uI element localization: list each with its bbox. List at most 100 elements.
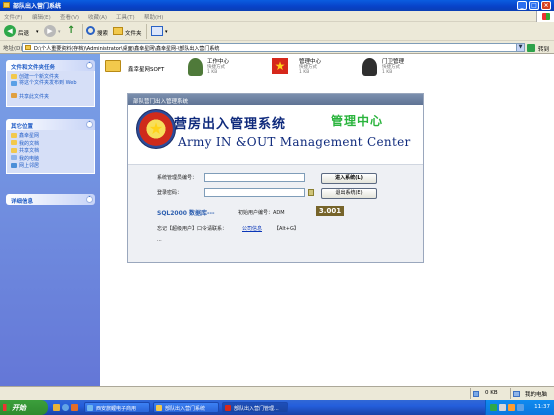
address-value: D:\个人重要资料(存档)\Administrator\桌面\鑫幸星网\鑫幸星网… [34,46,220,52]
login-dialog: 部队营门出入管理系统 ★ 营房出入管理系统 管理中心 Army IN &OUT … [127,93,424,263]
place-network[interactable]: 网上邻居 [10,162,91,170]
close-button[interactable]: × [541,1,551,10]
menu-edit[interactable]: 编辑(E) [32,13,51,21]
place-xinxingxing[interactable]: 鑫幸星网 [10,132,91,140]
tray-icon[interactable] [490,404,497,411]
file-tasks-panel: 文件和文件夹任务 ˄ 创建一个新文件夹 将这个文件夹发布到 Web 共享此文件夹 [6,60,95,107]
company-info-link[interactable]: 公司信息 [242,225,262,232]
task-share-folder[interactable]: 共享此文件夹 [10,93,91,101]
address-label: 地址(D) [3,46,23,52]
file-meta: 快捷方式 1 KB [382,65,400,75]
details-header[interactable]: 详细信息 ˅ [6,194,95,205]
password-input[interactable] [204,188,305,197]
search-button-label[interactable]: 搜索 [97,29,108,37]
views-dropdown-icon[interactable]: ▾ [165,29,168,35]
menu-tools[interactable]: 工具(T) [116,13,135,21]
menu-file[interactable]: 文件(F) [4,13,22,21]
quicklaunch-folder-icon[interactable] [53,404,60,411]
address-input[interactable]: D:\个人重要资料(存档)\Administrator\桌面\鑫幸星网\鑫幸星网… [22,43,525,52]
menu-view[interactable]: 查看(V) [60,13,79,21]
operator-input[interactable] [204,173,305,182]
quicklaunch-browser-icon[interactable] [62,404,69,411]
task-publish-web[interactable]: 将这个文件夹发布到 Web [10,80,91,93]
back-button-label[interactable]: 后退 [18,29,29,37]
forgot-password-text: 忘记【超级用户】口令请联系： [157,226,228,232]
army-star-icon[interactable]: ★ [272,58,288,74]
toolbar-separator [146,24,147,39]
database-info: SQL2000 数据库--- [157,210,215,217]
back-dropdown-icon[interactable]: ▾ [36,29,39,35]
collapse-icon[interactable]: ˄ [86,62,93,69]
details-title: 详细信息 [11,199,34,205]
status-main [0,388,470,399]
search-icon[interactable] [86,26,95,35]
minimize-button[interactable]: _ [517,1,527,10]
taskbar: 开始 西安旅鲤电子商用 部队出入营门系统 部队出入营门管理... 11:37 [0,400,554,415]
toolbar-separator [82,24,83,39]
folders-icon[interactable] [113,27,123,35]
file-meta: 快捷方式 1 KB [299,65,317,75]
version-badge: 3.001 [316,206,344,216]
taskbar-item[interactable]: 西安旅鲤电子商用 [84,402,150,413]
guard-icon[interactable] [362,58,377,76]
taskbar-item-active[interactable]: 部队出入营门管理... [222,402,288,413]
menu-favorites[interactable]: 收藏(A) [88,13,107,21]
menu-bar: 文件(F) 编辑(E) 查看(V) 收藏(A) 工具(T) 帮助(H) [0,11,554,22]
dialog-banner: ★ 营房出入管理系统 管理中心 Army IN &OUT Management … [128,105,423,165]
folders-button-label[interactable]: 文件夹 [125,29,142,37]
collapse-icon[interactable]: ˄ [86,121,93,128]
menu-help[interactable]: 帮助(H) [144,13,163,21]
clock[interactable]: 11:37 [534,404,550,410]
banner-english-title: Army IN &OUT Management Center [178,135,411,149]
password-label: 登录密码： [157,190,183,196]
back-arrow-icon[interactable]: ◀ [4,25,16,37]
file-name[interactable]: 鑫幸星网SOFT [128,65,164,73]
go-label: 转到 [538,47,550,53]
dialog-title[interactable]: 部队营门出入管理系统 [128,94,423,105]
views-icon[interactable] [151,26,163,36]
soldier-icon[interactable] [188,58,203,76]
place-shared-documents[interactable]: 共享文档 [10,147,91,155]
computer-icon [513,391,520,397]
forward-dropdown-icon[interactable]: ▾ [58,29,61,35]
maximize-button[interactable]: □ [529,1,539,10]
details-panel: 详细信息 ˅ [6,194,95,205]
file-tasks-header[interactable]: 文件和文件夹任务 ˄ [6,60,95,71]
tray-icon[interactable] [499,404,506,411]
window-title: 部队出入营门系统 [13,3,62,10]
login-button[interactable]: 进入系统(L) [321,173,377,184]
other-places-title: 其它位置 [11,124,34,130]
tray-icon[interactable] [517,404,524,411]
quicklaunch-app-icon[interactable] [71,404,78,411]
go-arrow-icon [527,44,535,52]
place-my-documents[interactable]: 我的文档 [10,140,91,148]
system-tray: 11:37 [485,400,554,415]
file-meta: 快捷方式 1 KB [207,65,225,75]
company-info-shortcut: 【Alt+G】 [274,226,299,232]
exit-button[interactable]: 退出系统(E) [321,188,377,199]
task-pane: 文件和文件夹任务 ˄ 创建一个新文件夹 将这个文件夹发布到 Web 共享此文件夹… [0,54,100,400]
other-places-panel: 其它位置 ˄ 鑫幸星网 我的文档 共享文档 我的电脑 网上邻居 [6,119,95,174]
title-bar[interactable]: 部队出入营门系统 _ □ × [0,0,554,11]
size-icon [473,391,479,397]
address-dropdown-icon[interactable]: ▼ [516,44,524,51]
windows-logo-icon [3,404,10,411]
other-places-header[interactable]: 其它位置 ˄ [6,119,95,130]
banner-title: 营房出入管理系统 [174,117,287,132]
go-button[interactable]: 转到 [527,43,553,53]
banner-subtitle: 管理中心 [331,114,384,128]
forward-arrow-icon[interactable]: ▶ [44,25,56,37]
status-bar: 0 KB 我的电脑 [0,386,554,400]
folder-icon[interactable] [105,60,121,72]
address-bar: 地址(D) D:\个人重要资料(存档)\Administrator\桌面\鑫幸星… [0,41,554,54]
up-folder-icon[interactable]: ↑ [67,25,77,37]
army-emblem-icon: ★ [136,109,176,149]
start-button[interactable]: 开始 [0,400,48,415]
place-my-computer[interactable]: 我的电脑 [10,155,91,163]
tray-icon[interactable] [508,404,515,411]
expand-icon[interactable]: ˅ [86,196,93,203]
operator-label: 系统管理员编号： [157,175,198,181]
taskbar-item[interactable]: 部队出入营门系统 [153,402,219,413]
key-icon[interactable] [308,189,314,196]
initial-user-info: 初始用户编号：ADM [238,210,285,216]
